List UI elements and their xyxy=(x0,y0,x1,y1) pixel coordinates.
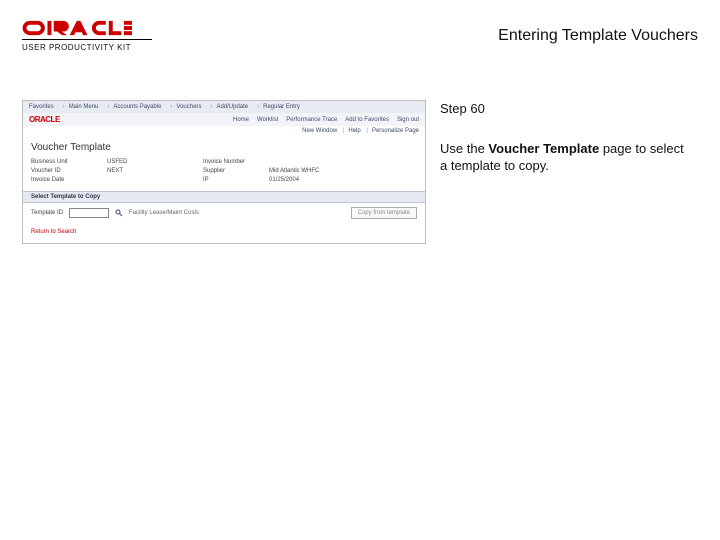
nav-add-fav[interactable]: Add to Favorites xyxy=(345,117,389,123)
brand-upk-label: USER PRODUCTIVITY KIT xyxy=(22,43,152,52)
oracle-logo xyxy=(22,20,152,36)
template-id-input[interactable] xyxy=(69,208,109,218)
label-invoice-number: Invoice Number xyxy=(203,159,263,165)
brand-block: USER PRODUCTIVITY KIT xyxy=(22,20,152,52)
breadcrumb-item[interactable]: Favorites xyxy=(29,104,54,110)
app-nav-right: Home Worklist Performance Trace Add to F… xyxy=(233,117,419,123)
label-supplier: Supplier xyxy=(203,168,263,174)
app-oracle-logo: ORACLE xyxy=(29,115,60,124)
value-business-unit: USFED xyxy=(107,159,197,165)
field-grid: Business Unit USFED Invoice Number Vouch… xyxy=(23,157,425,191)
sub-personalize[interactable]: Personalize Page xyxy=(362,128,419,134)
sub-help[interactable]: Help xyxy=(339,128,361,134)
breadcrumb-item[interactable]: Regular Entry xyxy=(253,104,300,110)
section-select-template: Select Template to Copy xyxy=(23,191,425,203)
nav-perf-trace[interactable]: Performance Trace xyxy=(286,117,337,123)
label-voucher-id: Voucher ID xyxy=(31,168,101,174)
page: USER PRODUCTIVITY KIT Entering Template … xyxy=(0,0,720,540)
app-nav-bar: ORACLE Home Worklist Performance Trace A… xyxy=(23,113,425,126)
breadcrumb-item[interactable]: Vouchers xyxy=(166,104,201,110)
brand-divider xyxy=(22,39,152,40)
lookup-icon[interactable] xyxy=(115,209,123,217)
label-template-id: Template ID xyxy=(31,210,63,216)
breadcrumb: Favorites Main Menu Accounts Payable Vou… xyxy=(23,101,425,113)
app-screenshot: Favorites Main Menu Accounts Payable Vou… xyxy=(22,100,426,244)
return-link[interactable]: Return to Search xyxy=(23,223,425,243)
screenshot-column: Favorites Main Menu Accounts Payable Vou… xyxy=(22,100,426,244)
value-ip: 01/25/2004 xyxy=(269,177,379,183)
label-business-unit: Business Unit xyxy=(31,159,101,165)
value-voucher-id: NEXT xyxy=(107,168,197,174)
breadcrumb-item[interactable]: Accounts Payable xyxy=(103,104,161,110)
doc-title: Entering Template Vouchers xyxy=(498,27,698,45)
content-columns: Favorites Main Menu Accounts Payable Vou… xyxy=(0,60,720,244)
instruction-pre: Use the xyxy=(440,141,488,156)
value-supplier: Mid Atlantic WHFC xyxy=(269,168,379,174)
step-label: Step 60 xyxy=(440,100,690,118)
nav-signout[interactable]: Sign out xyxy=(397,117,419,123)
app-nav-left: ORACLE xyxy=(29,115,223,124)
nav-home[interactable]: Home xyxy=(233,117,249,123)
step-instruction: Use the Voucher Template page to select … xyxy=(440,140,690,175)
select-template-row: Template ID Facility Lease/Maint Costs C… xyxy=(23,203,425,223)
label-ip: IP xyxy=(203,177,263,183)
instruction-strong: Voucher Template xyxy=(488,141,599,156)
instruction-column: Step 60 Use the Voucher Template page to… xyxy=(440,100,690,244)
app-sub-bar: New Window Help Personalize Page xyxy=(23,126,425,136)
breadcrumb-item[interactable]: Main Menu xyxy=(59,104,99,110)
copy-from-template-button[interactable]: Copy from template xyxy=(351,207,417,219)
label-invoice-date: Invoice Date xyxy=(31,177,101,183)
doc-header: USER PRODUCTIVITY KIT Entering Template … xyxy=(0,0,720,60)
sub-new-window[interactable]: New Window xyxy=(302,128,337,134)
template-hint: Facility Lease/Maint Costs xyxy=(129,210,199,216)
page-title: Voucher Template xyxy=(23,136,425,157)
breadcrumb-item[interactable]: Add/Update xyxy=(206,104,248,110)
nav-worklist[interactable]: Worklist xyxy=(257,117,278,123)
